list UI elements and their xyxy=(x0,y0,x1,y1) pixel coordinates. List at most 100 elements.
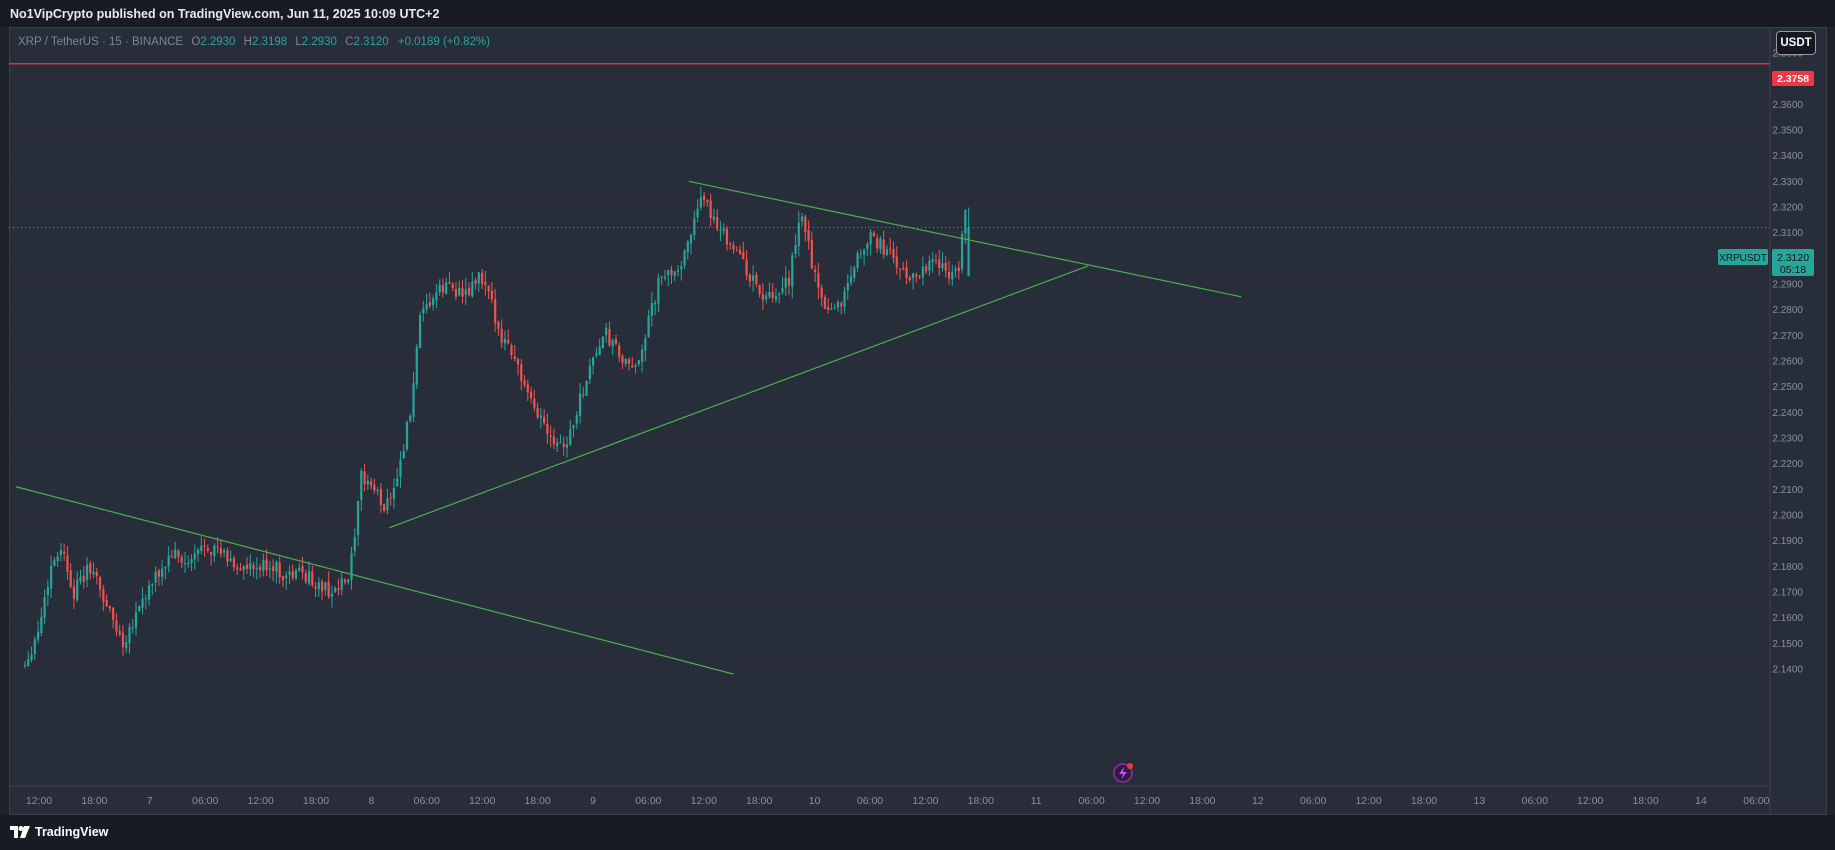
candle-body xyxy=(699,197,702,208)
time-tick-label: 06:00 xyxy=(1743,795,1769,807)
candle-body xyxy=(608,328,611,346)
candle-body xyxy=(693,218,696,235)
candle-body xyxy=(725,228,729,245)
candle-body xyxy=(425,304,428,310)
candle-body xyxy=(569,429,572,445)
tradingview-logo[interactable]: TradingView xyxy=(10,824,108,840)
candle-body xyxy=(82,575,85,582)
candle-body xyxy=(889,248,892,250)
candle-body xyxy=(960,234,964,270)
current-price-tag[interactable]: XRPUSDT 2.3120 05:18 xyxy=(1718,249,1814,276)
candle-body xyxy=(236,567,239,569)
candle-body xyxy=(559,442,562,444)
candle-body xyxy=(598,346,601,356)
candle-body xyxy=(556,442,559,446)
candle-body xyxy=(245,564,249,569)
time-tick-label: 9 xyxy=(590,795,596,807)
candle-body xyxy=(350,553,353,580)
candle-body xyxy=(262,560,265,572)
candle-body xyxy=(363,471,366,485)
price-tick-label: 2.1600 xyxy=(1772,613,1803,624)
price-tick-label: 2.1800 xyxy=(1772,562,1803,573)
candle-body xyxy=(755,274,758,285)
candle-body xyxy=(513,356,516,359)
candle-body xyxy=(670,269,673,275)
candle-body xyxy=(840,303,843,307)
tradingview-brand: TradingView xyxy=(35,825,109,839)
candle-body xyxy=(481,272,484,284)
price-chart[interactable]: 2.1400 2.1500 2.1600 2.1700 2.1800 2.1900 2.20… xyxy=(9,27,1827,815)
candle-body xyxy=(703,195,706,200)
candle-body xyxy=(383,503,386,511)
time-tick-label: 18:00 xyxy=(303,795,329,807)
triangle-lower-trendline[interactable] xyxy=(388,265,1088,529)
time-axis[interactable]: 12:00 18:00 7 06:00 12:00 18:00 8 06:00 12:00 18:… xyxy=(26,795,1770,807)
candle-body xyxy=(624,359,627,365)
candle-body xyxy=(742,252,745,260)
candle-body xyxy=(164,566,167,569)
candle-body xyxy=(885,249,889,256)
candle-body xyxy=(869,232,872,245)
candle-body xyxy=(503,338,507,344)
candle-body xyxy=(275,561,278,572)
published-header: No1VipCrypto published on TradingView.co… xyxy=(0,0,1835,27)
price-change: +0.0189 (+0.82%) xyxy=(397,36,490,48)
candle-body xyxy=(386,498,389,511)
candle-body xyxy=(219,548,222,554)
price-tick-label: 2.2800 xyxy=(1772,305,1803,316)
candle-body xyxy=(272,566,275,571)
candle-body xyxy=(484,282,487,285)
candle-body xyxy=(461,288,464,297)
trendlines[interactable] xyxy=(15,180,1242,675)
time-tick-label: 11 xyxy=(1031,795,1042,807)
time-tick-label: 18:00 xyxy=(524,795,550,807)
candle-body xyxy=(735,250,738,252)
candle-body xyxy=(663,276,667,279)
symbol-legend[interactable]: XRP / TetherUS · 15 · BINANCE O2.2930 H2… xyxy=(18,36,490,48)
candle-body xyxy=(239,568,242,571)
candle-body xyxy=(523,380,526,386)
candle-body xyxy=(451,284,454,289)
candle-body xyxy=(40,616,43,634)
candle-body xyxy=(187,562,190,565)
candle-body xyxy=(787,277,791,286)
price-tick-label: 2.3200 xyxy=(1772,203,1803,214)
candle-body xyxy=(765,295,768,300)
candle-body xyxy=(369,481,373,486)
candle-body xyxy=(536,408,539,418)
candle-body xyxy=(804,216,807,232)
candle-body xyxy=(934,259,938,261)
candle-body xyxy=(497,321,500,330)
candle-body xyxy=(66,555,69,572)
candle-body xyxy=(301,566,304,573)
candle-body xyxy=(575,414,578,424)
alert-price-tag[interactable]: 2.3758 xyxy=(1772,71,1814,86)
candle-body xyxy=(379,488,382,505)
price-tick-label: 2.2200 xyxy=(1772,459,1803,470)
candle-body xyxy=(180,556,183,563)
candle-body xyxy=(768,292,771,297)
candle-body xyxy=(76,579,79,601)
price-tick-label: 2.1400 xyxy=(1772,665,1803,676)
lightning-alert-icon[interactable] xyxy=(1113,763,1133,783)
candle-body xyxy=(464,289,467,295)
price-tick-label: 2.3500 xyxy=(1772,126,1803,137)
candle-body xyxy=(27,659,30,667)
price-axis[interactable]: 2.1400 2.1500 2.1600 2.1700 2.1800 2.1900 2.20… xyxy=(1772,49,1803,676)
candle-body xyxy=(89,563,92,574)
candle-body xyxy=(321,581,324,592)
candle-body xyxy=(552,436,556,445)
time-tick-label: 12 xyxy=(1252,795,1264,807)
candle-body xyxy=(758,285,761,294)
candle-body xyxy=(138,606,141,611)
candle-body xyxy=(954,268,957,272)
currency-button[interactable]: USDT xyxy=(1776,31,1816,55)
candle-body xyxy=(366,480,369,485)
candle-body xyxy=(203,545,206,547)
price-tick-label: 2.1900 xyxy=(1772,536,1803,547)
candle-body xyxy=(843,291,846,307)
triangle-upper-trendline[interactable] xyxy=(688,180,1242,298)
candle-body xyxy=(627,359,631,364)
candle-body xyxy=(33,639,36,654)
candle-body xyxy=(529,391,533,399)
